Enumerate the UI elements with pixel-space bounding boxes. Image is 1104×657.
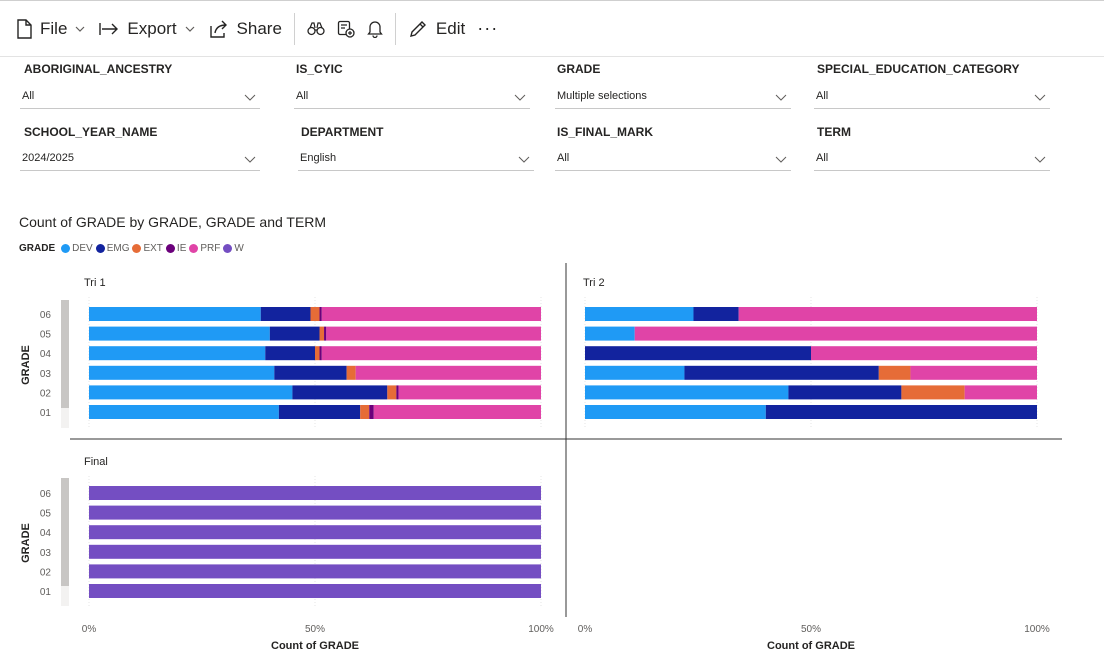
panel-title-tri-2: Tri 2: [583, 277, 605, 289]
bar-segment-w: [89, 564, 541, 579]
bar-segment-dev: [89, 307, 261, 321]
bar-segment-emg: [278, 405, 361, 419]
bar-segment-ext: [315, 346, 320, 361]
bar-segment-prf: [634, 326, 1037, 341]
y-tick-label: 02: [40, 388, 52, 399]
y-tick-label: 02: [40, 567, 52, 578]
y-tick-label: 06: [40, 310, 52, 321]
bar-segment-emg: [693, 307, 739, 321]
bar-segment-emg: [585, 346, 811, 361]
bar-segment-dev: [585, 307, 694, 321]
bar-segment-dev: [89, 365, 275, 380]
panel-title-tri-1: Tri 1: [84, 277, 106, 289]
y-tick-label: 05: [40, 330, 52, 341]
bar-segment-ie: [396, 385, 399, 400]
bar-segment-ie: [369, 405, 374, 419]
y-tick-label: 05: [40, 509, 52, 520]
bar-segment-w: [89, 505, 541, 520]
y-tick-label: 03: [40, 369, 52, 380]
bar-segment-prf: [326, 326, 541, 341]
bar-segment-emg: [292, 385, 388, 400]
bar-segment-w: [89, 486, 541, 500]
bar-segment-ext: [387, 385, 397, 400]
y-tick-label: 04: [40, 528, 52, 539]
bar-segment-ie: [324, 326, 327, 341]
x-tick-label: 0%: [82, 624, 97, 635]
y-tick-label: 03: [40, 548, 52, 559]
stacked-bar-chart: GRADE GRADE Tri 1 06 05 04 03 02 01 Tri 2 Final 06 0…: [20, 263, 1062, 652]
bar-segment-dev: [585, 405, 766, 419]
bar-segment-prf: [321, 307, 541, 321]
bar-segment-w: [89, 584, 541, 598]
bar-segment-dev: [89, 326, 270, 341]
bar-segment-dev: [585, 385, 789, 400]
x-axis-title: Count of GRADE: [271, 640, 359, 652]
bar-segment-emg: [274, 365, 347, 380]
bar-segment-dev: [89, 346, 266, 361]
bar-segment-emg: [260, 307, 311, 321]
y-scroll-thumb: [61, 478, 69, 586]
x-tick-label: 100%: [528, 624, 554, 635]
bar-segment-emg: [765, 405, 1037, 419]
bar-segment-emg: [265, 346, 315, 361]
bar-segment-prf: [373, 405, 541, 419]
x-tick-label: 50%: [801, 624, 821, 635]
bar-segment-prf: [811, 346, 1037, 361]
bar-segment-emg: [684, 365, 879, 380]
bar-segment-dev: [585, 326, 635, 341]
bar-segment-prf: [355, 365, 541, 380]
y-tick-label: 04: [40, 349, 52, 360]
bar-segment-emg: [269, 326, 320, 341]
bar-segment-ext: [901, 385, 965, 400]
panel-title-final: Final: [84, 456, 108, 468]
bar-segment-ie: [319, 346, 322, 361]
x-tick-label: 100%: [1024, 624, 1050, 635]
y-tick-label: 01: [40, 587, 52, 598]
bar-segment-dev: [585, 365, 685, 380]
bar-segment-ext: [360, 405, 370, 419]
y-axis-title: GRADE: [20, 345, 32, 385]
bar-segment-w: [89, 525, 541, 540]
bar-segment-prf: [398, 385, 541, 400]
y-tick-label: 01: [40, 408, 52, 419]
bar-segment-prf: [321, 346, 541, 361]
y-scroll-thumb: [61, 300, 69, 408]
y-tick-label: 06: [40, 489, 52, 500]
bar-segment-ie: [319, 307, 322, 321]
x-tick-label: 50%: [305, 624, 325, 635]
bar-segment-prf: [964, 385, 1037, 400]
bar-segment-emg: [788, 385, 902, 400]
bar-segment-ext: [346, 365, 356, 380]
x-tick-label: 0%: [578, 624, 593, 635]
bar-segment-prf: [910, 365, 1037, 380]
bar-segment-ext: [878, 365, 911, 380]
bar-segment-ext: [310, 307, 320, 321]
bar-segment-w: [89, 544, 541, 559]
bar-segment-dev: [89, 405, 279, 419]
x-axis-title: Count of GRADE: [767, 640, 855, 652]
bar-segment-dev: [89, 385, 293, 400]
bar-segment-prf: [738, 307, 1037, 321]
y-axis-title: GRADE: [20, 523, 32, 563]
bar-segment-ext: [319, 326, 325, 341]
